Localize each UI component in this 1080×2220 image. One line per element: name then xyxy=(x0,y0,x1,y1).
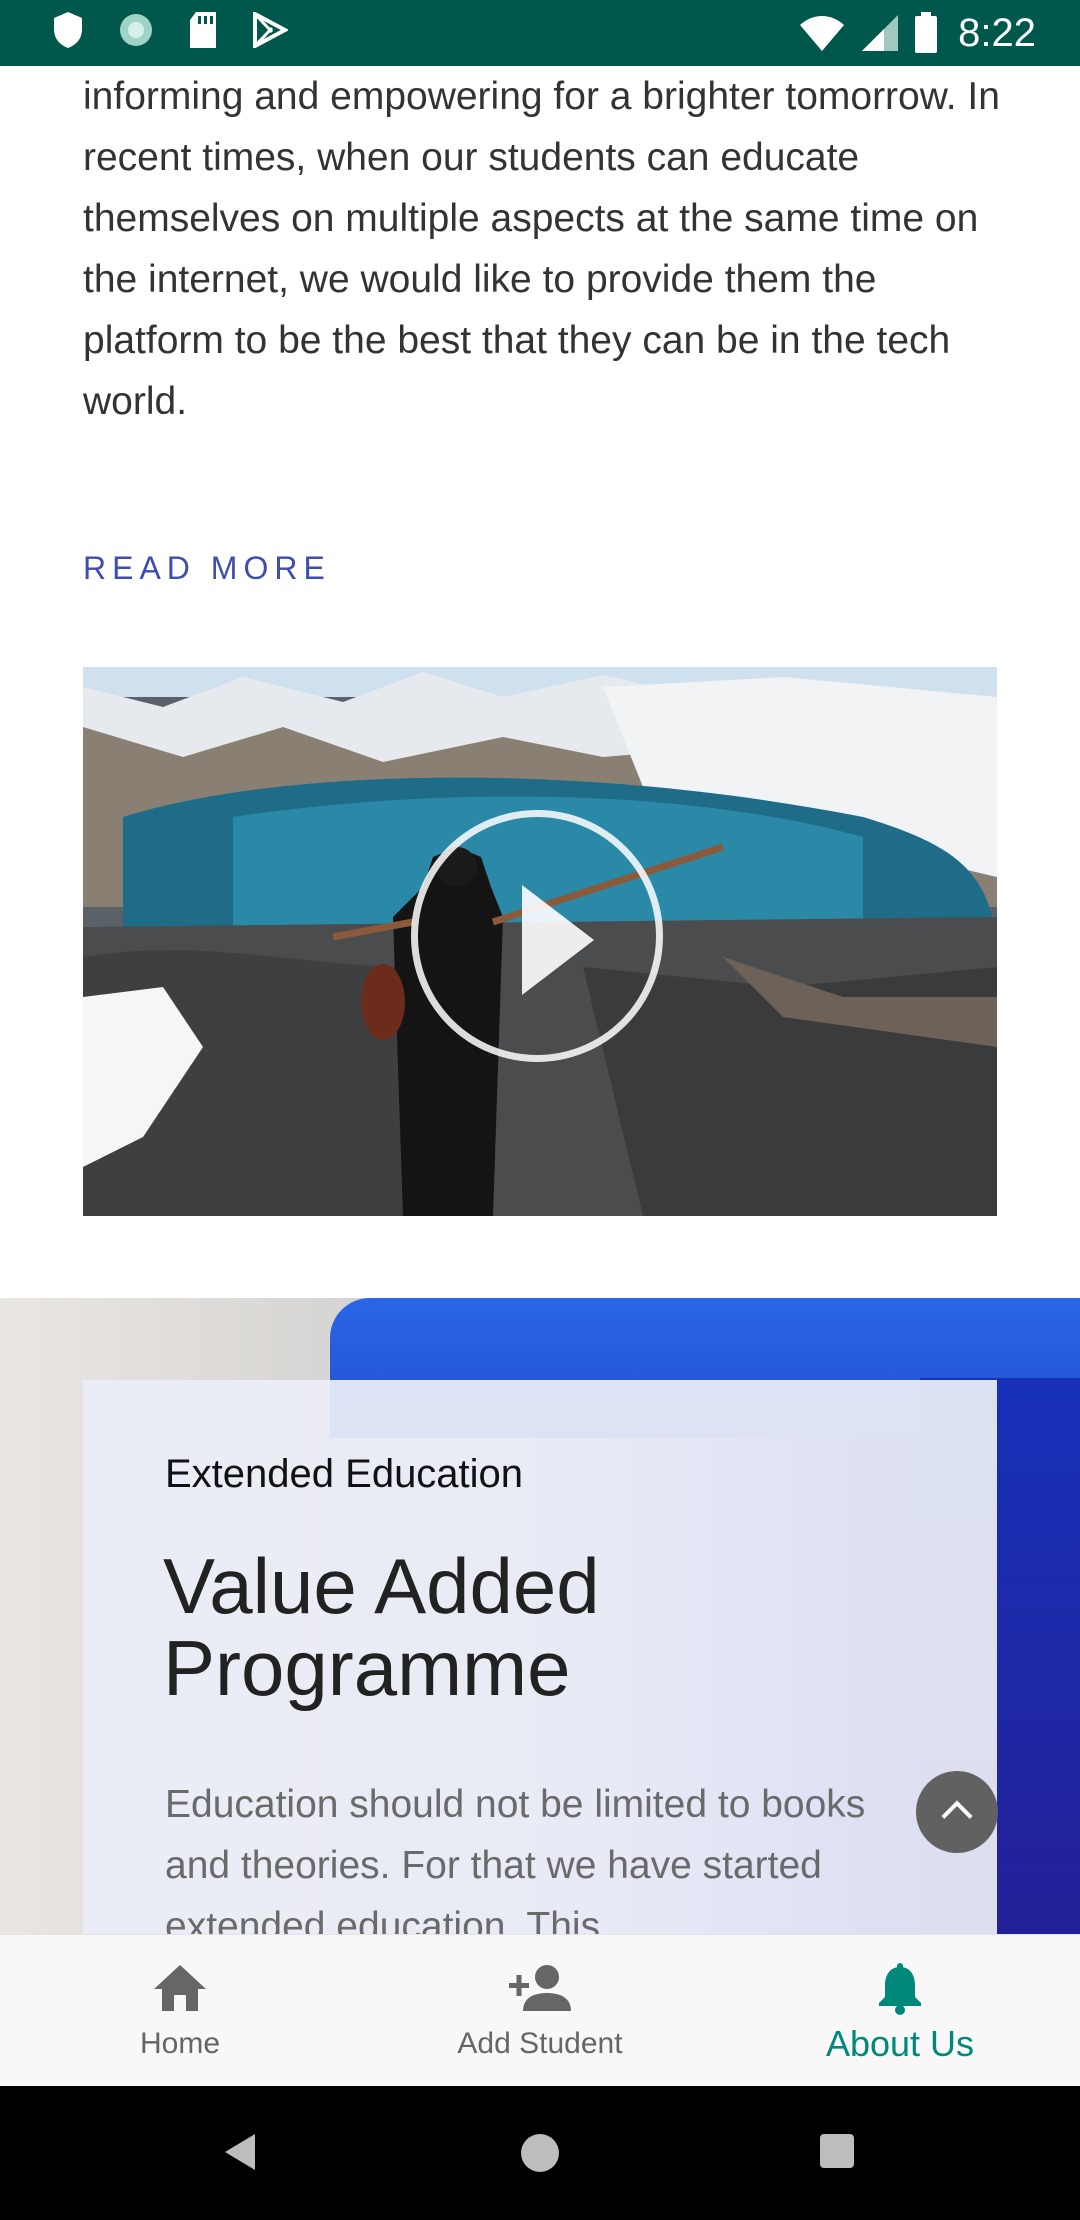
extended-education-section: Extended Education Value Added Programme… xyxy=(0,1298,1080,1934)
back-icon[interactable] xyxy=(225,2134,255,2170)
bell-icon xyxy=(879,1963,921,2015)
video-player[interactable] xyxy=(83,667,997,1216)
status-bar: 8:22 xyxy=(0,0,1080,66)
scroll-to-top-button[interactable] xyxy=(916,1771,998,1853)
nav-item-about-us[interactable]: About Us xyxy=(720,1935,1080,2087)
nav-item-add-student[interactable]: Add Student xyxy=(360,1935,720,2087)
home-icon xyxy=(154,1965,206,2011)
nav-label-add-student: Add Student xyxy=(457,2027,623,2060)
play-icon xyxy=(522,885,594,995)
wifi-icon xyxy=(800,16,845,51)
nav-label-home: Home xyxy=(139,2027,221,2060)
home-circle-icon[interactable] xyxy=(521,2134,559,2172)
add-person-icon xyxy=(509,1965,571,2011)
sd-card-icon xyxy=(190,12,216,48)
nav-item-home[interactable]: Home xyxy=(0,1935,360,2087)
chevron-up-icon xyxy=(941,1800,973,1832)
status-time: 8:22 xyxy=(958,11,1036,55)
battery-icon xyxy=(915,12,938,53)
read-more-link[interactable]: READ MORE xyxy=(83,550,331,587)
system-navigation-bar xyxy=(0,2086,1080,2220)
extended-education-card: Extended Education Value Added Programme… xyxy=(83,1380,997,1934)
nav-label-about-us: About Us xyxy=(825,2023,975,2064)
page-content[interactable]: informing and empowering for a brighter … xyxy=(0,66,1080,1934)
play-button[interactable] xyxy=(411,810,663,1062)
intro-paragraph: informing and empowering for a brighter … xyxy=(83,75,1000,423)
cell-signal-icon xyxy=(862,15,899,51)
section-description: Education should not be limited to books… xyxy=(165,1783,866,1934)
section-title: Value Added Programme xyxy=(163,1542,600,1712)
section-label: Extended Education xyxy=(165,1452,524,1496)
play-store-icon xyxy=(253,12,288,48)
shield-icon xyxy=(54,12,82,48)
sync-icon xyxy=(120,14,152,46)
recents-icon[interactable] xyxy=(820,2134,854,2168)
bottom-navigation: Home Add Student About Us xyxy=(0,1934,1080,2087)
